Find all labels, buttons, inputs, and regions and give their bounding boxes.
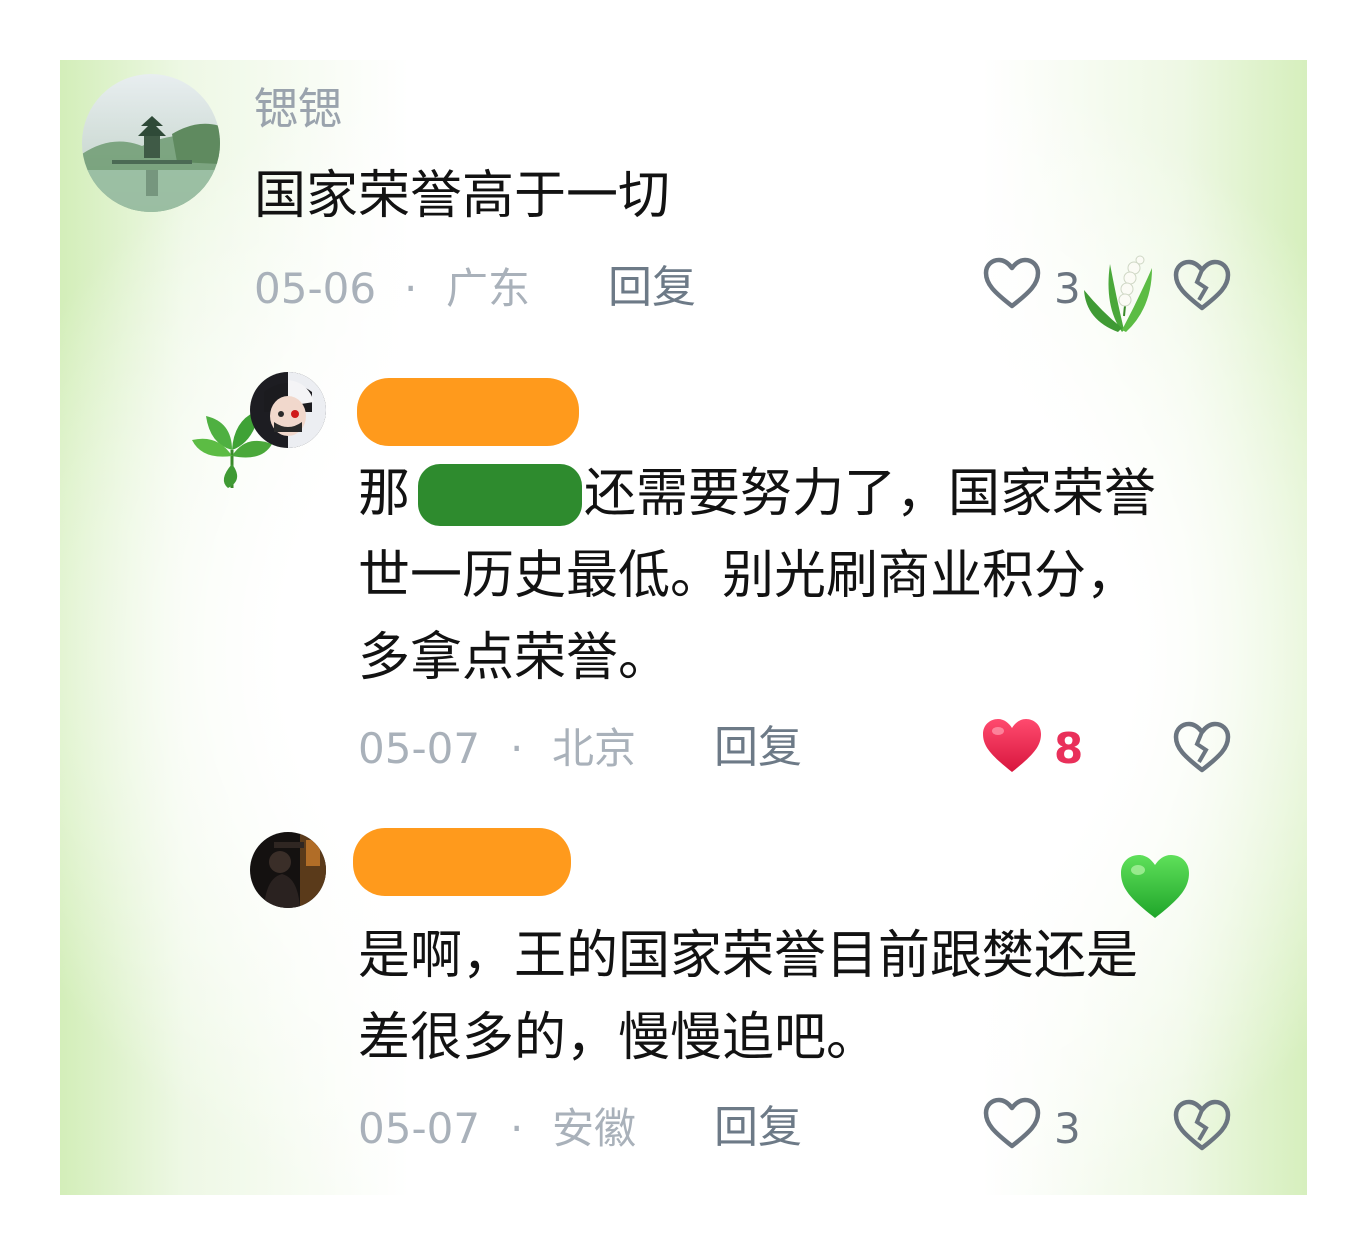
username-redaction[interactable]: [357, 378, 579, 446]
text-redaction: [418, 464, 582, 526]
user-avatar[interactable]: [250, 832, 326, 908]
like-count: 3: [1054, 1104, 1081, 1153]
comment-text-line: 是啊，王的国家荣誉目前跟樊还是: [358, 926, 1139, 986]
comment-text-line: 世一历史最低。别光刷商业积分，: [358, 546, 1139, 606]
reply-button[interactable]: 回复: [714, 1106, 802, 1150]
dislike-broken-heart-icon[interactable]: [1172, 1098, 1232, 1154]
comment-text-line: 还需要努力了，国家荣誉: [584, 464, 1157, 524]
like-heart-icon[interactable]: [980, 716, 1044, 776]
reply-button[interactable]: 回复: [608, 266, 696, 310]
username[interactable]: 锶锶: [254, 88, 342, 132]
reply-button[interactable]: 回复: [714, 726, 802, 770]
comment-text-line: 多拿点荣誉。: [358, 628, 671, 688]
meta-separator: ·: [404, 264, 418, 313]
lily-of-the-valley-sticker: [1082, 246, 1164, 336]
dislike-broken-heart-icon[interactable]: [1172, 720, 1232, 776]
meta-separator: ·: [510, 1104, 524, 1153]
comment-date: 05-07: [358, 1104, 481, 1153]
like-heart-icon[interactable]: [982, 256, 1042, 312]
comment-location: 安徽: [552, 1104, 637, 1153]
comment-location: 广东: [446, 264, 531, 313]
green-heart-sticker: [1118, 852, 1192, 922]
comment-text-line: 那: [358, 464, 411, 524]
comment-date: 05-07: [358, 724, 481, 773]
username-redaction[interactable]: [353, 828, 571, 896]
user-avatar[interactable]: [82, 74, 220, 212]
comment-text: 国家荣誉高于一切: [254, 166, 671, 226]
comment-panel: 锶锶 国家荣誉高于一切 05-06 · 广东 回复 3 那 还需要努力了，国家荣…: [60, 60, 1307, 1195]
meta-separator: ·: [510, 724, 524, 773]
dislike-broken-heart-icon[interactable]: [1172, 258, 1232, 314]
like-count: 8: [1054, 724, 1084, 773]
user-avatar[interactable]: [250, 372, 326, 448]
comment-date: 05-06: [254, 264, 377, 313]
comment-location: 北京: [552, 724, 637, 773]
comment-text-line: 差很多的，慢慢追吧。: [358, 1008, 879, 1068]
like-heart-icon[interactable]: [982, 1096, 1042, 1152]
like-count: 3: [1054, 264, 1081, 313]
